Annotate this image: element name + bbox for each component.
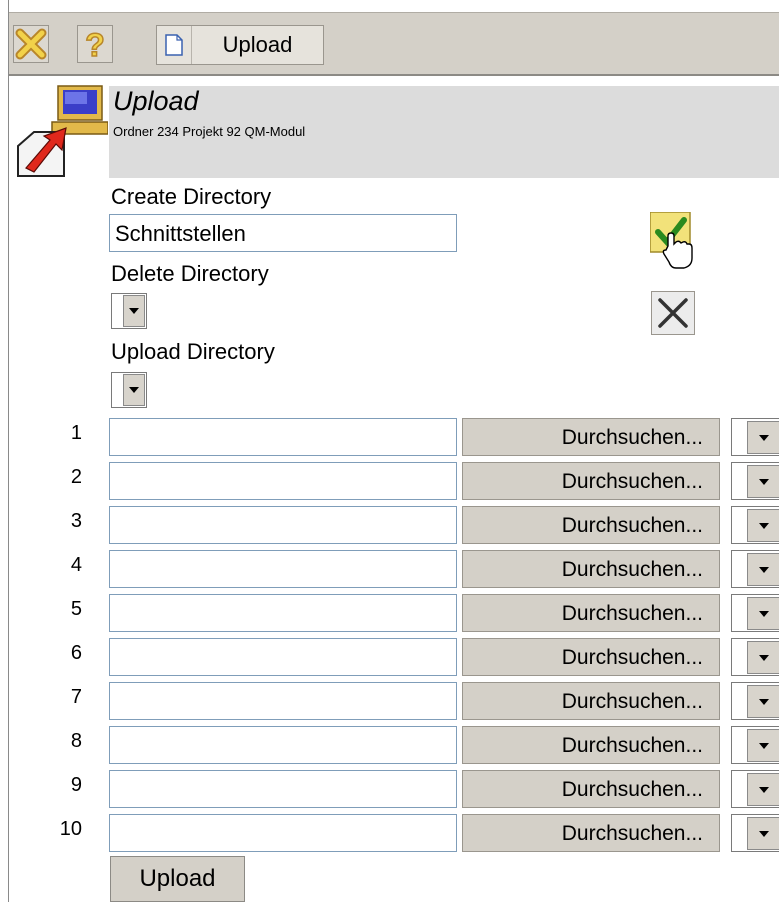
create-directory-input[interactable]: Schnittstellen bbox=[109, 214, 457, 252]
browse-button[interactable]: Durchsuchen... bbox=[462, 594, 720, 632]
chevron-down-icon bbox=[747, 641, 779, 674]
chevron-down-icon bbox=[747, 553, 779, 586]
file-row-number: 5 bbox=[70, 598, 82, 620]
create-directory-confirm-button[interactable] bbox=[649, 211, 696, 272]
file-row-number: 10 bbox=[59, 818, 82, 840]
file-row-number: 7 bbox=[70, 686, 82, 708]
chevron-down-icon bbox=[747, 773, 779, 806]
toolbar-upload-label: Upload bbox=[222, 32, 293, 57]
file-row: 10 Durchsuchen... bbox=[0, 814, 779, 854]
file-row: 3 Durchsuchen... bbox=[0, 506, 779, 546]
file-row-number: 6 bbox=[70, 642, 82, 664]
file-target-select[interactable] bbox=[731, 726, 779, 764]
file-path-input[interactable] bbox=[109, 462, 457, 500]
file-row-number: 2 bbox=[70, 466, 82, 488]
delete-directory-button[interactable] bbox=[651, 291, 695, 335]
delete-directory-label: Delete Directory bbox=[111, 261, 269, 286]
file-row: 6 Durchsuchen... bbox=[0, 638, 779, 678]
file-target-select[interactable] bbox=[731, 462, 779, 500]
file-target-select[interactable] bbox=[731, 682, 779, 720]
file-path-input[interactable] bbox=[109, 726, 457, 764]
browse-button[interactable]: Durchsuchen... bbox=[462, 550, 720, 588]
browse-button[interactable]: Durchsuchen... bbox=[462, 418, 720, 456]
delete-directory-select[interactable] bbox=[111, 293, 147, 329]
chevron-down-icon bbox=[747, 509, 779, 542]
chevron-down-icon bbox=[747, 465, 779, 498]
close-icon bbox=[15, 28, 47, 60]
document-icon bbox=[157, 26, 192, 64]
chevron-down-icon bbox=[123, 374, 145, 406]
upload-directory-label: Upload Directory bbox=[111, 339, 275, 364]
file-row-number: 8 bbox=[70, 730, 82, 752]
file-target-select[interactable] bbox=[731, 550, 779, 588]
browse-button[interactable]: Durchsuchen... bbox=[462, 638, 720, 676]
page-header: Upload Ordner 234 Projekt 92 QM-Modul bbox=[109, 86, 779, 178]
create-directory-label: Create Directory bbox=[111, 184, 272, 209]
file-row: 9 Durchsuchen... bbox=[0, 770, 779, 810]
browse-button[interactable]: Durchsuchen... bbox=[462, 506, 720, 544]
toolbar-upload-button[interactable]: Upload bbox=[156, 25, 324, 65]
file-path-input[interactable] bbox=[109, 550, 457, 588]
browse-button[interactable]: Durchsuchen... bbox=[462, 682, 720, 720]
file-target-select[interactable] bbox=[731, 638, 779, 676]
chevron-down-icon bbox=[747, 729, 779, 762]
file-path-input[interactable] bbox=[109, 594, 457, 632]
page-subtitle: Ordner 234 Projekt 92 QM-Modul bbox=[113, 124, 306, 139]
file-target-select[interactable] bbox=[731, 506, 779, 544]
page-title: Upload bbox=[113, 86, 199, 116]
chevron-down-icon bbox=[747, 421, 779, 454]
file-row: 8 Durchsuchen... bbox=[0, 726, 779, 766]
computer-upload-icon bbox=[16, 84, 109, 180]
help-icon: ? bbox=[84, 26, 105, 64]
file-path-input[interactable] bbox=[109, 682, 457, 720]
file-path-input[interactable] bbox=[109, 814, 457, 852]
file-row: 7 Durchsuchen... bbox=[0, 682, 779, 722]
svg-text:?: ? bbox=[85, 27, 105, 62]
checkmark-icon bbox=[649, 211, 693, 269]
file-row: 2 Durchsuchen... bbox=[0, 462, 779, 502]
chevron-down-icon bbox=[747, 685, 779, 718]
delete-x-icon bbox=[658, 298, 688, 328]
file-target-select[interactable] bbox=[731, 418, 779, 456]
help-button[interactable]: ? bbox=[77, 25, 113, 64]
browse-button[interactable]: Durchsuchen... bbox=[462, 814, 720, 852]
chevron-down-icon bbox=[747, 817, 779, 850]
file-row-number: 3 bbox=[70, 510, 82, 532]
file-target-select[interactable] bbox=[731, 814, 779, 852]
chevron-down-icon bbox=[123, 295, 145, 327]
browse-button[interactable]: Durchsuchen... bbox=[462, 726, 720, 764]
file-target-select[interactable] bbox=[731, 770, 779, 808]
file-row-number: 9 bbox=[70, 774, 82, 796]
upload-submit-button[interactable]: Upload bbox=[110, 856, 245, 902]
file-row-number: 1 bbox=[70, 422, 82, 444]
close-button[interactable] bbox=[13, 25, 49, 63]
file-path-input[interactable] bbox=[109, 506, 457, 544]
file-path-input[interactable] bbox=[109, 418, 457, 456]
file-row-number: 4 bbox=[70, 554, 82, 576]
toolbar: ? Upload bbox=[9, 12, 779, 76]
file-path-input[interactable] bbox=[109, 770, 457, 808]
chevron-down-icon bbox=[747, 597, 779, 630]
file-row: 4 Durchsuchen... bbox=[0, 550, 779, 590]
file-path-input[interactable] bbox=[109, 638, 457, 676]
file-target-select[interactable] bbox=[731, 594, 779, 632]
file-row: 5 Durchsuchen... bbox=[0, 594, 779, 634]
file-row: 1 Durchsuchen... bbox=[0, 418, 779, 458]
upload-directory-select[interactable] bbox=[111, 372, 147, 408]
browse-button[interactable]: Durchsuchen... bbox=[462, 462, 720, 500]
browse-button[interactable]: Durchsuchen... bbox=[462, 770, 720, 808]
